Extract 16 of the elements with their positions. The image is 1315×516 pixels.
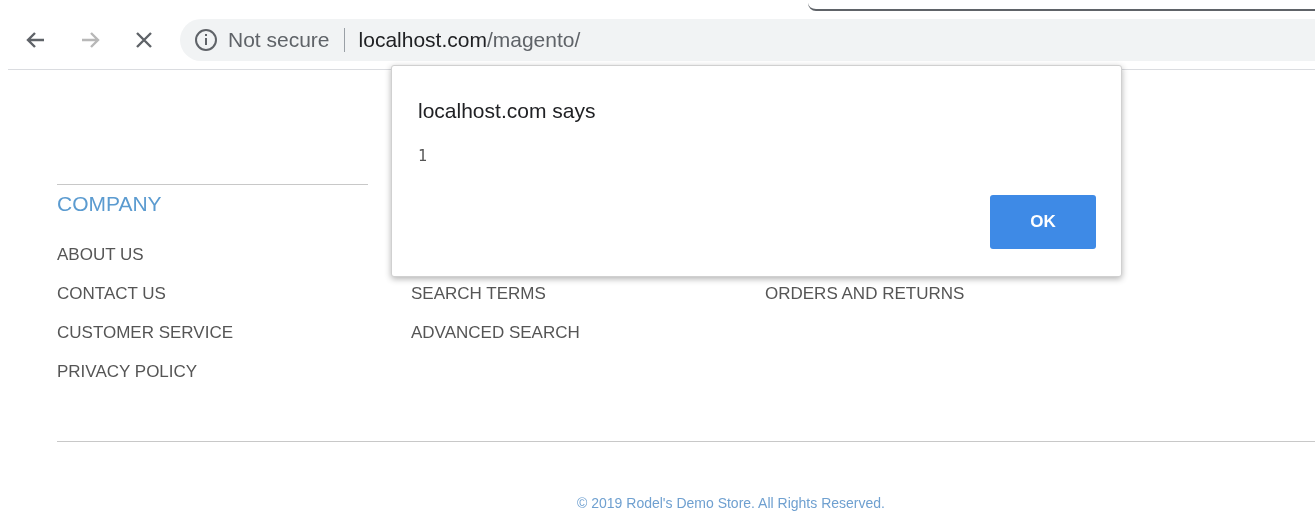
footer-link[interactable]: CONTACT US [57, 284, 166, 323]
footer-link[interactable]: CUSTOMER SERVICE [57, 323, 234, 362]
security-label: Not secure [228, 28, 330, 52]
url-text[interactable]: localhost.com/magento/ [358, 28, 581, 52]
dialog-message: 1 [418, 147, 428, 165]
footer-heading: COMPANY [57, 192, 162, 215]
dialog-title: localhost.com says [418, 99, 596, 123]
footer-link[interactable]: PRIVACY POLICY [57, 362, 198, 401]
footer-link[interactable]: SEARCH TERMS [411, 284, 546, 323]
footer-link[interactable]: ABOUT US [57, 245, 144, 284]
footer-link[interactable]: ADVANCED SEARCH [411, 323, 580, 362]
info-icon[interactable] [194, 28, 218, 52]
ok-button[interactable]: OK [990, 195, 1096, 249]
copyright-text: © 2019 Rodel's Demo Store. All Rights Reserved. [577, 495, 885, 511]
address-bar[interactable]: Not secure localhost.com/magento/ [180, 19, 1315, 61]
footer-link[interactable]: ORDERS AND RETURNS [765, 284, 965, 323]
